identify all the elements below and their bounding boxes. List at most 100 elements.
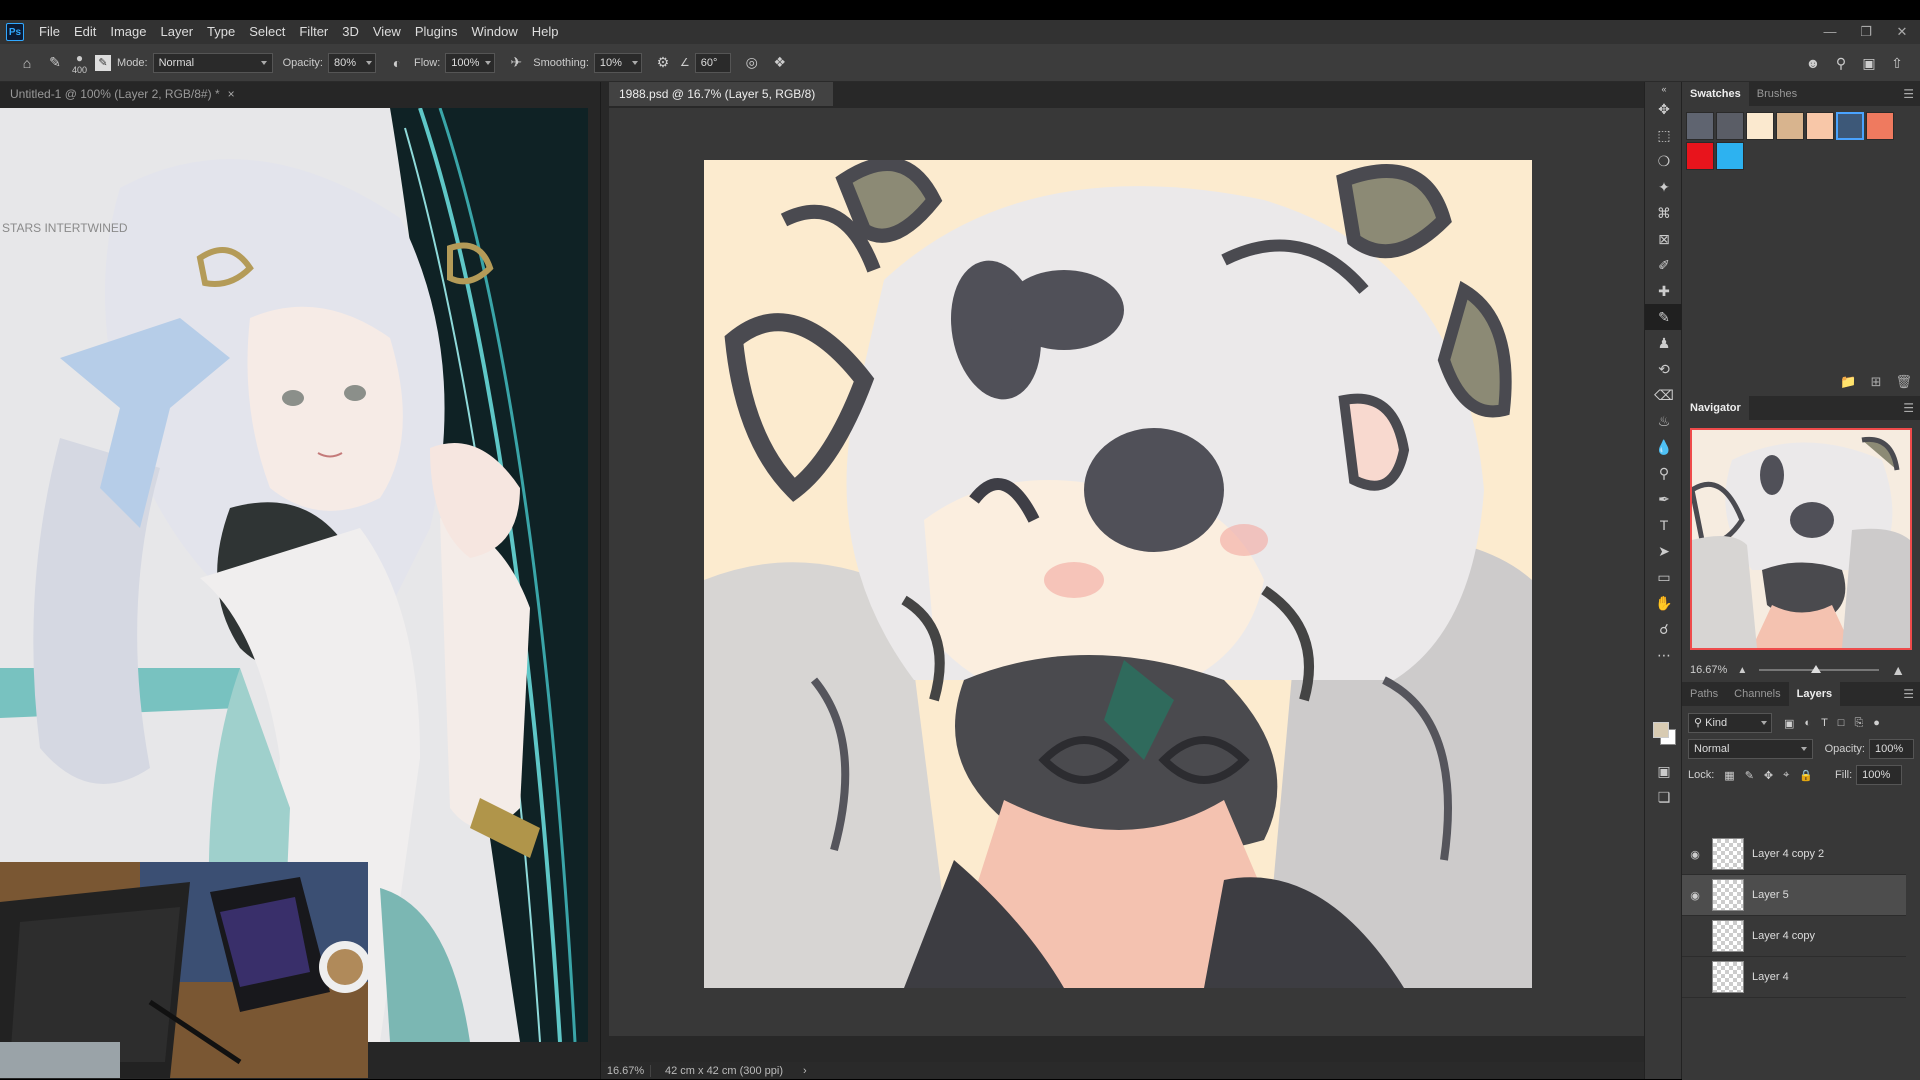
layer-row[interactable]: ◉ Layer 4 copy 2 xyxy=(1682,834,1906,875)
new-group-folder-icon[interactable]: 📁 xyxy=(1840,374,1856,390)
brush-tool-preset-icon[interactable]: ✎ xyxy=(44,52,66,74)
color-swatch[interactable] xyxy=(1716,112,1744,140)
slider-knob[interactable] xyxy=(1811,665,1822,673)
menu-view[interactable]: View xyxy=(366,20,408,44)
pressure-opacity-icon[interactable]: ◐ xyxy=(386,52,408,74)
brush-size-picker[interactable]: ● 400 xyxy=(72,51,87,75)
panel-menu-icon[interactable]: ☰ xyxy=(1903,401,1914,415)
blur-tool-icon[interactable]: 💧 xyxy=(1645,434,1683,460)
mode-select[interactable]: Normal xyxy=(152,52,273,73)
layer-kind-filter[interactable]: ⚲ Kind xyxy=(1688,713,1772,733)
navigator-preview[interactable] xyxy=(1690,428,1912,650)
menu-filter[interactable]: Filter xyxy=(292,20,335,44)
opacity-input[interactable]: 80% xyxy=(327,52,376,73)
paint-bucket-tool-icon[interactable]: ♨ xyxy=(1645,408,1683,434)
healing-brush-tool-icon[interactable]: ✚ xyxy=(1645,278,1683,304)
pen-tool-icon[interactable]: ✒ xyxy=(1645,486,1683,512)
menu-window[interactable]: Window xyxy=(464,20,524,44)
filter-smart-object-icon[interactable]: ⎘ xyxy=(1854,717,1863,730)
lock-all-icon[interactable]: 🔒 xyxy=(1799,769,1813,782)
zoom-tool-icon[interactable]: ☌ xyxy=(1645,616,1683,642)
fill-input[interactable]: 100% xyxy=(1856,765,1903,785)
flow-input[interactable]: 100% xyxy=(445,52,496,73)
tab-brushes[interactable]: Brushes xyxy=(1749,82,1805,106)
tab-paths[interactable]: Paths xyxy=(1682,682,1726,706)
artwork-canvas[interactable] xyxy=(704,160,1532,988)
eraser-tool-icon[interactable]: ⌫ xyxy=(1645,382,1683,408)
menu-3d[interactable]: 3D xyxy=(335,20,366,44)
tab-channels[interactable]: Channels xyxy=(1726,682,1788,706)
share-profile-icon[interactable]: ☻ xyxy=(1802,52,1824,74)
menu-edit[interactable]: Edit xyxy=(67,20,103,44)
rectangle-tool-icon[interactable]: ▭ xyxy=(1645,564,1683,590)
tab-untitled-1[interactable]: Untitled-1 @ 100% (Layer 2, RGB/8#) * × xyxy=(0,82,236,106)
panel-menu-icon[interactable]: ☰ xyxy=(1903,87,1914,101)
color-swatch[interactable] xyxy=(1716,142,1744,170)
foreground-color-swatch[interactable] xyxy=(1653,722,1669,738)
layer-name[interactable]: Layer 5 xyxy=(1752,889,1789,901)
filter-toggle-icon[interactable]: ● xyxy=(1873,717,1880,729)
color-swatch[interactable] xyxy=(1806,112,1834,140)
crop-tool-icon[interactable]: ⌘ xyxy=(1645,200,1683,226)
restore-icon[interactable]: ❐ xyxy=(1848,20,1884,44)
stamp-tool-icon[interactable]: ♟ xyxy=(1645,330,1683,356)
layer-row[interactable]: Layer 4 xyxy=(1682,957,1906,998)
menu-select[interactable]: Select xyxy=(242,20,292,44)
tab-layers[interactable]: Layers xyxy=(1788,682,1841,706)
pressure-size-icon[interactable]: ◎ xyxy=(741,52,763,74)
layer-name[interactable]: Layer 4 copy 2 xyxy=(1752,848,1824,860)
path-selection-tool-icon[interactable]: ➤ xyxy=(1645,538,1683,564)
zoom-out-icon[interactable]: ▲ xyxy=(1737,665,1747,676)
color-swatch[interactable] xyxy=(1866,112,1894,140)
minimize-icon[interactable]: — xyxy=(1812,20,1848,44)
filter-shape-icon[interactable]: □ xyxy=(1838,717,1845,729)
symmetry-icon[interactable]: ❖ xyxy=(769,52,791,74)
visibility-eye-icon[interactable]: ◉ xyxy=(1682,848,1708,861)
lock-artboard-icon[interactable]: ⌖ xyxy=(1783,769,1789,782)
color-swatch[interactable] xyxy=(1836,112,1864,140)
navigator-zoom-value[interactable]: 16.67% xyxy=(1690,664,1727,676)
status-zoom[interactable]: 16.67% xyxy=(601,1064,651,1077)
menu-type[interactable]: Type xyxy=(200,20,242,44)
menu-image[interactable]: Image xyxy=(103,20,153,44)
layer-name[interactable]: Layer 4 copy xyxy=(1752,930,1815,942)
tab-swatches[interactable]: Swatches xyxy=(1682,82,1749,106)
visibility-eye-icon[interactable]: ◉ xyxy=(1682,889,1708,902)
layer-blend-mode-select[interactable]: Normal xyxy=(1688,739,1813,759)
layer-row[interactable]: Layer 4 copy xyxy=(1682,916,1906,957)
lasso-tool-icon[interactable]: ❍ xyxy=(1645,148,1683,174)
brush-tool-icon[interactable]: ✎ xyxy=(1645,304,1683,330)
type-tool-icon[interactable]: T xyxy=(1645,512,1683,538)
zoom-in-icon[interactable]: ▲ xyxy=(1891,662,1905,678)
menu-help[interactable]: Help xyxy=(525,20,566,44)
layer-opacity-input[interactable]: 100% xyxy=(1868,739,1914,759)
screen-mode-icon[interactable]: ❏ xyxy=(1645,784,1683,810)
color-swatch[interactable] xyxy=(1746,112,1774,140)
marquee-tool-icon[interactable]: ⬚ xyxy=(1645,122,1683,148)
tab-1988-psd[interactable]: 1988.psd @ 16.7% (Layer 5, RGB/8) *× xyxy=(609,82,833,125)
color-swatch[interactable] xyxy=(1686,112,1714,140)
new-swatch-icon[interactable]: ⊞ xyxy=(1871,374,1882,390)
tab-close-icon[interactable]: × xyxy=(228,87,235,101)
quick-mask-icon[interactable]: ▣ xyxy=(1645,758,1683,784)
airbrush-icon[interactable]: ✈ xyxy=(505,52,527,74)
share-icon[interactable]: ⇧ xyxy=(1886,52,1908,74)
dodge-tool-icon[interactable]: ⚲ xyxy=(1645,460,1683,486)
more-tools-icon[interactable]: ⋯ xyxy=(1645,642,1683,668)
panel-menu-icon[interactable]: ☰ xyxy=(1903,687,1914,701)
status-expand-icon[interactable]: › xyxy=(803,1065,807,1077)
navigator-zoom-slider[interactable] xyxy=(1759,665,1880,673)
delete-swatch-icon[interactable]: 🗑 xyxy=(1895,374,1912,390)
close-icon[interactable]: ✕ xyxy=(1884,20,1920,44)
lock-position-icon[interactable]: ✥ xyxy=(1764,769,1773,782)
angle-input[interactable]: 60° xyxy=(694,52,731,73)
menu-layer[interactable]: Layer xyxy=(154,20,201,44)
magic-wand-tool-icon[interactable]: ✦ xyxy=(1645,174,1683,200)
history-brush-tool-icon[interactable]: ⟲ xyxy=(1645,356,1683,382)
move-tool-icon[interactable]: ✥ xyxy=(1645,96,1683,122)
canvas-area[interactable] xyxy=(609,108,1649,1036)
brush-settings-icon[interactable]: ✎ xyxy=(95,54,112,71)
rotate-view-tool-icon[interactable]: ✋ xyxy=(1645,590,1683,616)
smoothing-input[interactable]: 10% xyxy=(593,52,642,73)
tab-navigator[interactable]: Navigator xyxy=(1682,396,1749,420)
